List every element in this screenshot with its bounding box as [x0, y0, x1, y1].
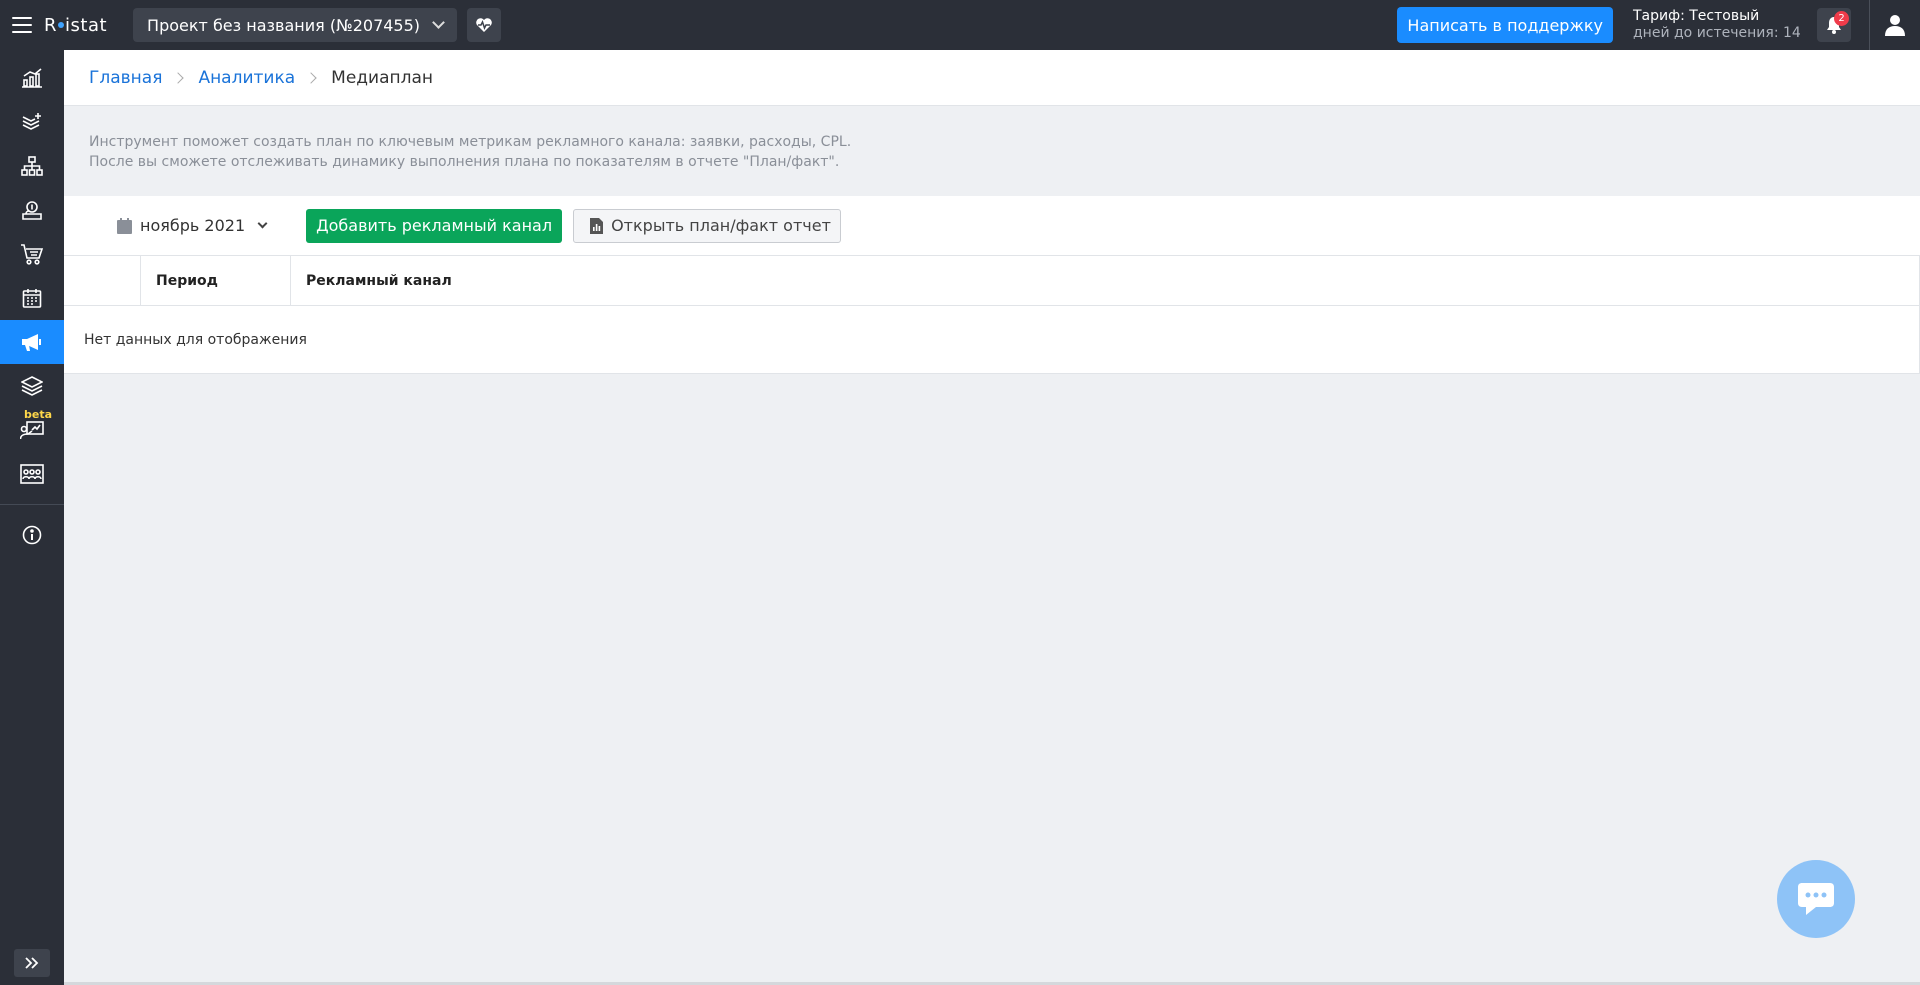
project-select[interactable]: Проект без названия (№207455): [133, 8, 458, 42]
info-line-2: После вы сможете отслеживать динамику вы…: [89, 154, 840, 170]
calendar-icon: [22, 289, 42, 308]
open-report-button[interactable]: Открыть план/факт отчет: [573, 208, 841, 243]
sidebar-expand-button[interactable]: [14, 949, 50, 977]
heart-pulse-icon: [476, 18, 492, 32]
add-channel-button[interactable]: Добавить рекламный канал: [306, 208, 563, 243]
sidebar-item-analytics[interactable]: [0, 56, 64, 100]
breadcrumb-home[interactable]: Главная: [89, 68, 162, 88]
sidebar-item-finance[interactable]: [0, 188, 64, 232]
support-button[interactable]: Написать в поддержку: [1397, 7, 1613, 43]
sidebar-item-info[interactable]: [0, 513, 64, 557]
calendar-icon: [117, 217, 132, 234]
column-header-channel[interactable]: Рекламный канал: [291, 256, 1920, 305]
report-file-icon: [590, 217, 604, 234]
user-button[interactable]: [1870, 0, 1920, 50]
period-picker[interactable]: ноябрь 2021: [117, 216, 268, 235]
table-header: Период Рекламный канал: [64, 256, 1920, 306]
logo-dot-icon: [58, 22, 65, 28]
group-icon: [20, 464, 44, 484]
toolbar: ноябрь 2021 Добавить рекламный канал Отк…: [64, 196, 1920, 256]
chevron-down-icon: [432, 16, 445, 29]
notifications-button[interactable]: 2: [1817, 8, 1851, 42]
layers-icon: [21, 376, 43, 396]
chart-icon: [22, 68, 42, 88]
stack-plus-icon: [22, 113, 41, 130]
sidebar: beta: [0, 50, 64, 985]
days-left-label: дней до истечения: 14: [1633, 25, 1801, 41]
period-value: ноябрь 2021: [140, 216, 246, 235]
info-text: Инструмент поможет создать план по ключе…: [64, 106, 1920, 196]
menu-icon[interactable]: [12, 17, 32, 33]
main-content: Главная Аналитика Медиаплан Инструмент п…: [64, 50, 1920, 985]
chevron-right-icon: [305, 71, 317, 84]
sidebar-item-layers[interactable]: [0, 364, 64, 408]
info-line-1: Инструмент поможет создать план по ключе…: [89, 134, 852, 150]
sidebar-item-structure[interactable]: [0, 144, 64, 188]
empty-state: Нет данных для отображения: [64, 306, 1920, 374]
logo-text-start: R: [44, 14, 58, 36]
project-name: Проект без названия (№207455): [147, 15, 421, 35]
column-header-select: [64, 256, 141, 305]
top-bar: Ristat Проект без названия (№207455) Нап…: [0, 0, 1920, 50]
user-icon: [1885, 15, 1905, 36]
chevron-down-icon: [257, 218, 268, 229]
column-header-period[interactable]: Период: [141, 256, 291, 305]
page-title: Медиаплан: [331, 67, 434, 88]
cart-icon: [21, 244, 44, 265]
beta-badge: beta: [23, 408, 52, 421]
logo-text-end: istat: [65, 14, 108, 36]
info-icon: [22, 525, 42, 545]
sidebar-item-channels[interactable]: [0, 100, 64, 144]
breadcrumb-analytics[interactable]: Аналитика: [198, 68, 295, 88]
sidebar-item-calendar[interactable]: [0, 276, 64, 320]
mediaplan-table: Период Рекламный канал Нет данных для от…: [64, 256, 1920, 374]
sidebar-item-team[interactable]: [0, 452, 64, 496]
health-button[interactable]: [467, 8, 502, 42]
chat-button[interactable]: [1777, 860, 1855, 938]
double-chevron-right-icon: [25, 957, 39, 969]
presenter-icon: [20, 421, 44, 440]
tariff-info[interactable]: Тариф: Тестовый дней до истечения: 14: [1633, 8, 1803, 42]
sidebar-item-mediaplan[interactable]: [0, 320, 64, 364]
hierarchy-icon: [21, 156, 43, 176]
money-user-icon: [22, 201, 42, 220]
logo[interactable]: Ristat: [44, 15, 107, 36]
sidebar-item-sales[interactable]: [0, 232, 64, 276]
notification-badge: 2: [1834, 11, 1849, 26]
sidebar-item-presentations[interactable]: beta: [0, 408, 64, 452]
breadcrumb: Главная Аналитика Медиаплан: [64, 50, 1920, 106]
megaphone-icon: [22, 334, 41, 351]
sidebar-divider: [0, 504, 64, 505]
tariff-label: Тариф: Тестовый: [1633, 8, 1760, 24]
open-report-label: Открыть план/факт отчет: [611, 216, 831, 235]
chevron-right-icon: [172, 71, 185, 84]
chat-icon: [1798, 883, 1834, 915]
